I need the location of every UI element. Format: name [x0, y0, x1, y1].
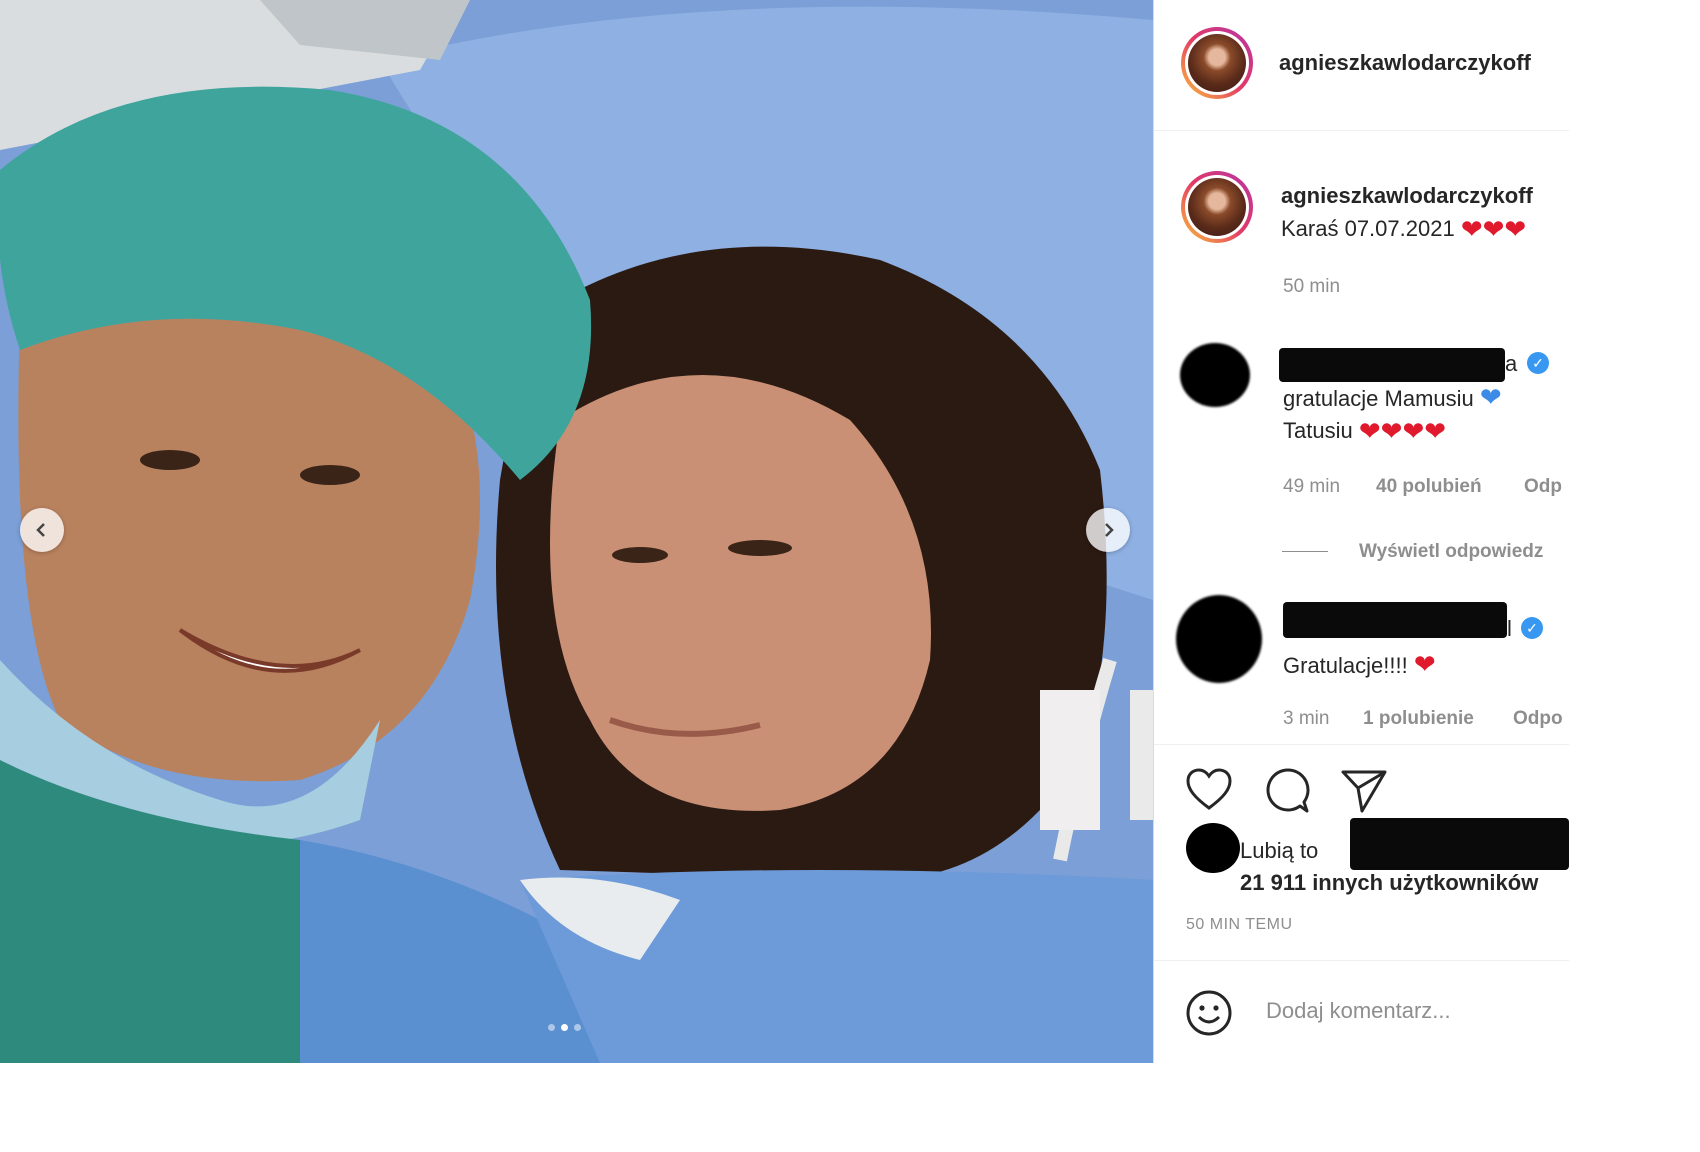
caption-time[interactable]: 50 min — [1283, 276, 1340, 298]
comment-text: Tatusiu — [1283, 418, 1353, 443]
comment-reply-button[interactable]: Odp — [1524, 476, 1562, 498]
caption-text: Karaś 07.07.2021 ❤❤❤ — [1281, 216, 1526, 244]
redacted-username — [1283, 602, 1507, 638]
liker-avatar-redacted[interactable] — [1186, 823, 1240, 873]
heart-emoji: ❤ — [1504, 214, 1527, 245]
comment-bubble-icon — [1266, 768, 1310, 813]
comment-reply-button[interactable]: Odpo — [1513, 708, 1563, 730]
comment-line-1: gratulacje Mamusiu ❤ — [1283, 384, 1502, 412]
avatar[interactable] — [1181, 27, 1253, 99]
emoji-button[interactable] — [1185, 989, 1233, 1042]
carousel-dot — [548, 1024, 555, 1031]
heart-icon — [1186, 768, 1232, 810]
comment-hearts: ❤❤❤❤ — [1359, 418, 1446, 446]
heart-emoji: ❤ — [1413, 649, 1436, 679]
heart-emoji: ❤ — [1402, 416, 1425, 447]
view-replies-button[interactable]: Wyświetl odpowiedz — [1359, 541, 1543, 563]
caption-username[interactable]: agnieszkawlodarczykoff — [1281, 183, 1533, 209]
comment-time[interactable]: 49 min — [1283, 476, 1340, 498]
comment-likes[interactable]: 40 polubień — [1376, 476, 1482, 498]
comment-line-2: Tatusiu ❤❤❤❤ — [1283, 418, 1446, 446]
heart-emoji: ❤ — [1482, 214, 1505, 245]
comment-text: Gratulacje!!!! — [1283, 653, 1408, 678]
comment-avatar-redacted[interactable] — [1176, 595, 1262, 683]
next-slide-button[interactable] — [1086, 508, 1130, 552]
header-username[interactable]: agnieszkawlodarczykoff — [1279, 50, 1531, 76]
comment-text: gratulacje Mamusiu — [1283, 386, 1474, 411]
add-comment-bar — [1154, 960, 1569, 1063]
heart-emoji: ❤ — [1460, 214, 1483, 245]
username-fragment: l — [1507, 616, 1512, 641]
smiley-icon — [1186, 990, 1232, 1036]
liked-by-count[interactable]: 21 911 innych użytkowników — [1240, 870, 1538, 896]
caption-hearts: ❤❤❤ — [1461, 216, 1526, 244]
comment-input[interactable] — [1264, 997, 1568, 1025]
caption-avatar[interactable] — [1181, 171, 1253, 243]
carousel-indicator — [548, 1024, 581, 1031]
paper-plane-icon — [1341, 770, 1387, 813]
redacted-liker — [1350, 818, 1569, 870]
blue-heart-emoji: ❤ — [1479, 382, 1502, 412]
post-timestamp[interactable]: 50 MIN TEMU — [1186, 916, 1293, 934]
heart-emoji: ❤ — [1358, 416, 1381, 447]
verified-badge-icon: ✓ — [1527, 352, 1549, 374]
share-button[interactable] — [1340, 768, 1388, 819]
post-photo[interactable] — [0, 0, 1153, 1063]
comment-avatar-redacted[interactable] — [1180, 343, 1250, 407]
carousel-dot-active — [561, 1024, 568, 1031]
comment-likes[interactable]: 1 polubienie — [1363, 708, 1474, 730]
carousel-dot — [574, 1024, 581, 1031]
previous-slide-button[interactable] — [20, 508, 64, 552]
comment-time[interactable]: 3 min — [1283, 708, 1329, 730]
replies-divider — [1282, 551, 1328, 552]
comment-button[interactable] — [1264, 768, 1310, 819]
post-side-panel: agnieszkawlodarczykoff agnieszkawlodarcz… — [1153, 0, 1569, 1063]
liked-by-prefix: Lubią to — [1240, 838, 1319, 863]
post-header: agnieszkawlodarczykoff — [1154, 0, 1569, 131]
like-button[interactable] — [1186, 768, 1232, 817]
verified-badge-icon: ✓ — [1521, 617, 1543, 639]
username-fragment: a — [1505, 351, 1518, 376]
caption-text-value: Karaś 07.07.2021 — [1281, 216, 1455, 241]
photo-illustration — [0, 0, 1153, 1063]
heart-emoji: ❤ — [1424, 416, 1447, 447]
comment-line: Gratulacje!!!! ❤ — [1283, 651, 1436, 679]
actions-divider — [1154, 744, 1569, 745]
chevron-right-icon — [1105, 523, 1114, 537]
redacted-username — [1279, 348, 1505, 382]
heart-emoji: ❤ — [1380, 416, 1403, 447]
chevron-left-icon — [36, 523, 45, 537]
